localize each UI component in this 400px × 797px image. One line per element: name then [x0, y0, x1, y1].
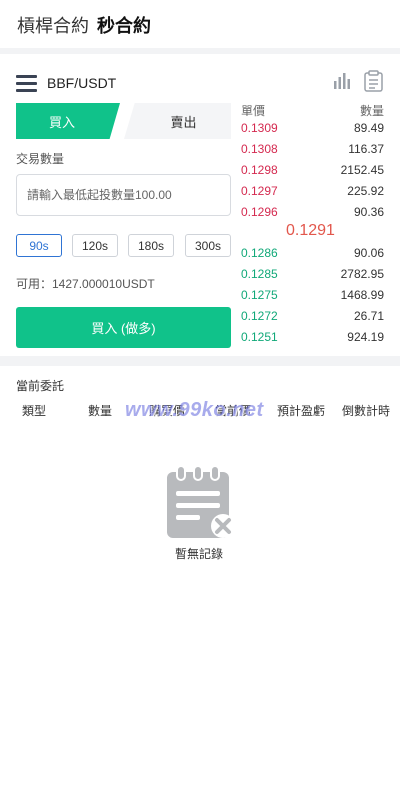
ask-price: 0.1296 [241, 205, 278, 219]
bid-price: 0.1285 [241, 267, 278, 281]
ask-qty: 2152.45 [340, 163, 384, 177]
bid-qty: 2782.95 [340, 267, 384, 281]
bid-qty: 924.19 [347, 330, 384, 344]
column-header-quantity: 數量 [88, 404, 113, 418]
available-balance: 可用：1427.000010USDT [16, 277, 155, 291]
top-tabs: 槓桿合約 秒合約 [0, 0, 400, 48]
last-price: 0.1291 [286, 222, 335, 239]
ask-row[interactable]: 0.1308 116.37 [241, 142, 384, 163]
tab-buy[interactable]: 買入 [16, 103, 120, 139]
bid-row[interactable]: 0.1286 90.06 [241, 246, 384, 267]
column-header-current-price: 當前價 [215, 404, 252, 418]
pair-header: BBF/USDT [0, 54, 400, 104]
tab-second-contract[interactable]: 秒合約 [97, 12, 151, 38]
ask-row[interactable]: 0.1297 225.92 [241, 184, 384, 205]
orderbook-qty-header: 數量 [359, 104, 384, 118]
quantity-input[interactable] [16, 174, 231, 216]
bid-row[interactable]: 0.1251 924.19 [241, 330, 384, 351]
ask-row[interactable]: 0.1298 2152.45 [241, 163, 384, 184]
current-orders-title: 當前委託 [16, 379, 65, 393]
bid-row[interactable]: 0.1275 1468.99 [241, 288, 384, 309]
bid-price: 0.1251 [241, 330, 278, 344]
ask-row[interactable]: 0.1309 89.49 [241, 121, 384, 142]
column-header-estimated-pnl: 預計盈虧 [277, 404, 326, 418]
column-header-type: 類型 [22, 404, 47, 418]
bid-price: 0.1286 [241, 246, 278, 260]
pair-label[interactable]: BBF/USDT [47, 75, 116, 91]
empty-records-text: 暫無記錄 [175, 547, 224, 561]
ask-price: 0.1309 [241, 121, 278, 135]
column-header-countdown: 倒數計時 [342, 404, 391, 418]
empty-records-icon [167, 465, 235, 538]
quantity-label: 交易數量 [16, 152, 65, 166]
bar-chart-icon[interactable] [333, 72, 351, 90]
bid-qty: 1468.99 [340, 288, 384, 302]
menu-icon[interactable] [16, 75, 37, 92]
ask-qty: 225.92 [347, 184, 384, 198]
divider [0, 356, 400, 366]
ask-qty: 90.36 [353, 205, 384, 219]
ask-price: 0.1308 [241, 142, 278, 156]
bid-qty: 90.06 [353, 246, 384, 260]
tab-sell[interactable]: 賣出 [124, 103, 231, 139]
bid-row[interactable]: 0.1272 26.71 [241, 309, 384, 330]
period-option-300s[interactable]: 300s [185, 234, 231, 257]
period-option-120s[interactable]: 120s [72, 234, 118, 257]
bid-qty: 26.71 [353, 309, 384, 323]
buy-long-button[interactable]: 買入 (做多) [16, 307, 231, 348]
bid-price: 0.1272 [241, 309, 278, 323]
trade-direction-tabs: 買入 賣出 [16, 103, 231, 139]
ask-qty: 116.37 [348, 142, 384, 156]
column-header-purchase-price: 購買價 [149, 404, 186, 418]
ask-qty: 89.49 [353, 121, 384, 135]
bid-row[interactable]: 0.1285 2782.95 [241, 267, 384, 288]
ask-price: 0.1298 [241, 163, 278, 177]
period-option-90s[interactable]: 90s [16, 234, 62, 257]
orderbook-price-header: 單價 [241, 104, 266, 118]
period-option-180s[interactable]: 180s [128, 234, 174, 257]
ask-price: 0.1297 [241, 184, 278, 198]
clipboard-icon[interactable] [364, 70, 383, 92]
bid-price: 0.1275 [241, 288, 278, 302]
tab-leverage-contract[interactable]: 槓桿合約 [17, 12, 89, 38]
